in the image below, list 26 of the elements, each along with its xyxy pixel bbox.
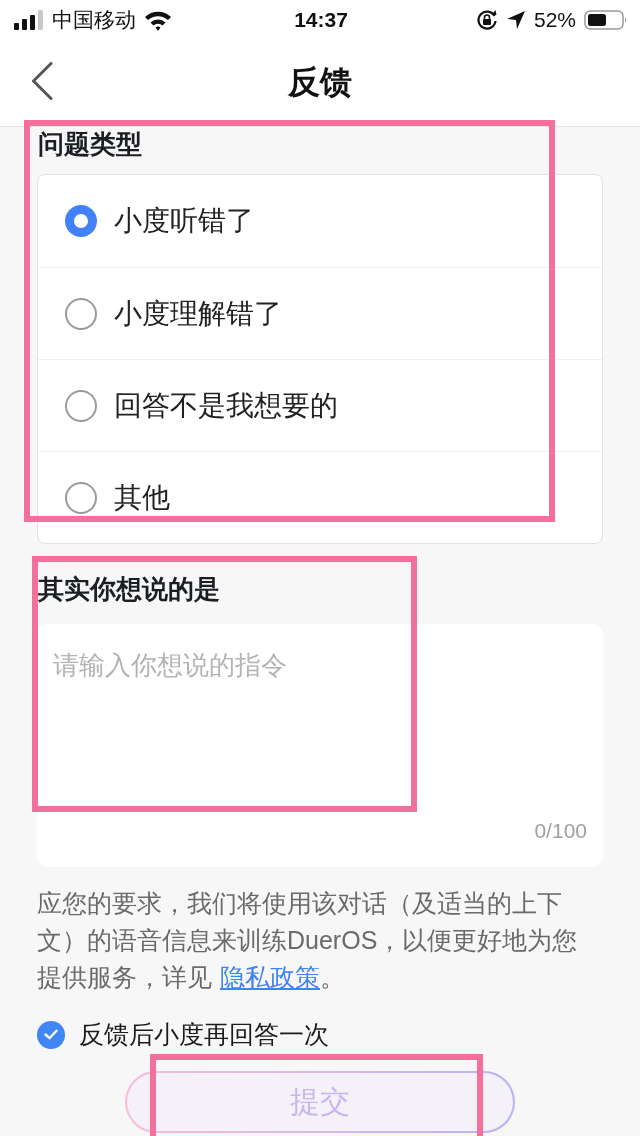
checkbox[interactable]: [37, 1020, 65, 1049]
privacy-policy-link[interactable]: 隐私政策: [220, 963, 320, 991]
option-label: 小度听错了: [114, 204, 254, 238]
battery-percentage: 52%: [533, 8, 576, 32]
radio-button[interactable]: [65, 297, 97, 330]
chevron-left-icon: [31, 62, 53, 100]
radio-button[interactable]: [65, 205, 97, 237]
section-title: 其实你想说的是: [38, 574, 221, 604]
privacy-notice: 应您的要求，我们将使用该对话（及适当的上下文）的语音信息来训练DuerOS，以便更好地为您提供服务，详见 隐私政策。: [37, 888, 579, 993]
location-arrow-icon: [505, 10, 526, 30]
checkbox-label: 反馈后小度再回答一次: [79, 1019, 329, 1050]
signal-bars-icon: [14, 10, 44, 30]
battery-icon: [584, 10, 628, 30]
option-label: 小度理解错了: [114, 296, 282, 331]
wifi-icon: [144, 9, 172, 31]
radio-button[interactable]: [65, 389, 97, 422]
character-counter: 0/100: [534, 819, 587, 843]
page-title: 反馈: [288, 63, 352, 102]
option-label: 回答不是我想要的: [114, 388, 338, 423]
rotation-lock-icon: [475, 9, 498, 31]
check-icon: [44, 1029, 58, 1040]
carrier-name: 中国移动: [52, 7, 136, 33]
option-label: 其他: [114, 480, 170, 515]
section-title: 问题类型: [38, 129, 143, 159]
status-time: 14:37: [294, 8, 348, 32]
radio-button[interactable]: [65, 481, 97, 514]
